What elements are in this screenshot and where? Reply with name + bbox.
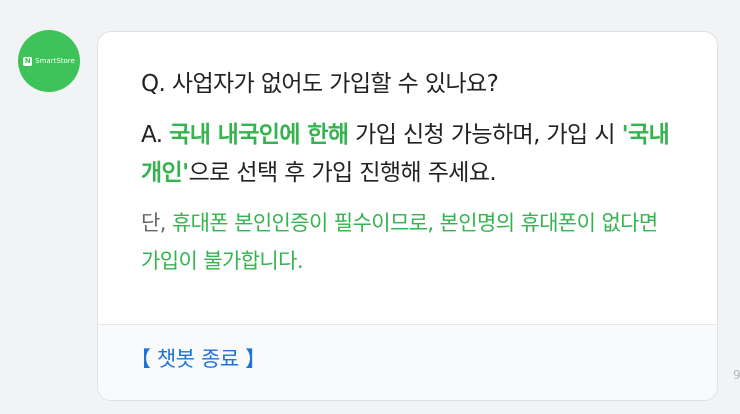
faq-question: Q. 사업자가 없어도 가입할 수 있나요? [141,71,499,97]
message-footer: 【 챗봇 종료 】 [98,325,717,400]
smartstore-logo-icon: N [23,56,33,66]
note-highlight: 휴대폰 본인인증이 필수이므로, 본인명의 휴대폰이 없다면 가입이 불가합니다… [141,211,658,273]
bot-message-bubble: Q. 사업자가 없어도 가입할 수 있나요? A. 국내 내국인에 한해 가입 … [97,31,718,401]
message-content: Q. 사업자가 없어도 가입할 수 있나요? A. 국내 내국인에 한해 가입 … [98,32,717,280]
answer-suffix: 으로 선택 후 가입 진행해 주세요. [188,160,497,186]
cropped-timestamp: 9 [733,368,740,382]
end-chatbot-button[interactable]: 【 챗봇 종료 】 [130,343,266,373]
faq-answer: A. 국내 내국인에 한해 가입 신청 가능하며, 가입 시 '국내 개인'으로… [141,116,681,192]
answer-prefix: A. [141,122,170,148]
smartstore-logo-text: SmartStore [35,56,75,65]
chat-window: N SmartStore Q. 사업자가 없어도 가입할 수 있나요? A. 국… [0,0,740,414]
faq-note: 단, 휴대폰 본인인증이 필수이므로, 본인명의 휴대폰이 없다면 가입이 불가… [141,204,681,280]
answer-middle: 가입 신청 가능하며, 가입 시 [348,122,622,148]
answer-highlight-domestic: 국내 내국인에 한해 [169,122,349,148]
bot-avatar: N SmartStore [18,30,80,92]
note-prefix: 단, [141,211,172,235]
